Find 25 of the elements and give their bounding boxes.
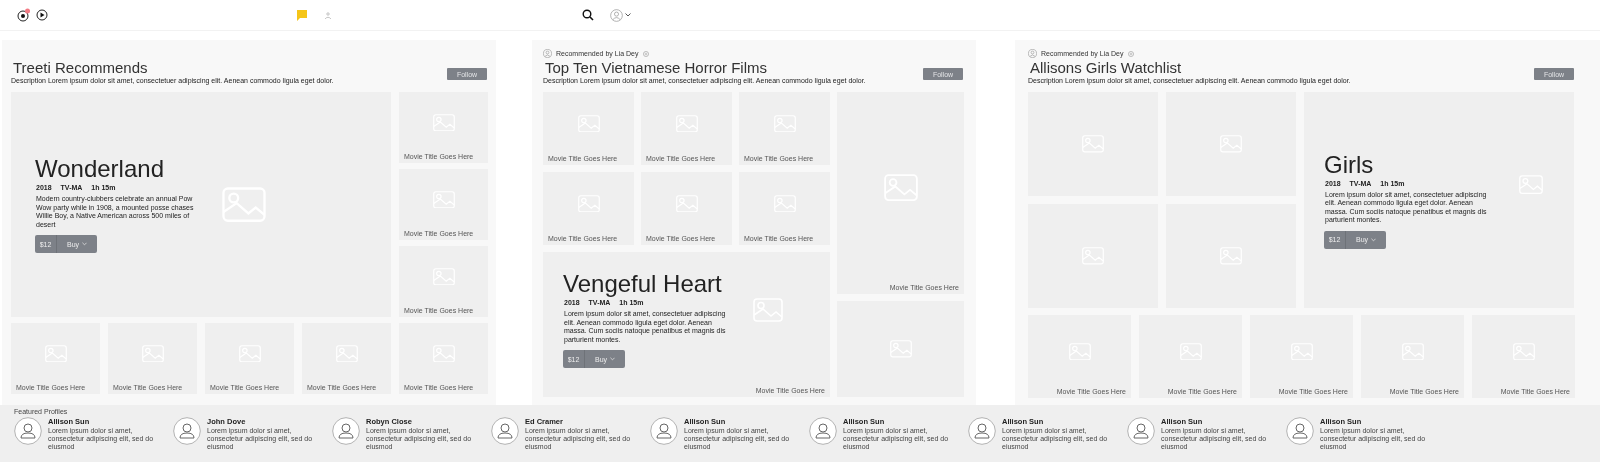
caret-icon <box>82 242 88 246</box>
caret-icon[interactable] <box>625 13 631 17</box>
avatar-icon[interactable] <box>14 417 42 445</box>
avatar-icon[interactable] <box>173 417 201 445</box>
record-icon[interactable] <box>17 8 31 22</box>
avatar-icon <box>543 49 552 58</box>
movie-title: Vengeful Heart <box>563 271 722 297</box>
playlist-title: Top Ten Vietnamese Horror Films <box>545 60 769 76</box>
avatar-icon[interactable] <box>968 417 996 445</box>
search-icon[interactable] <box>582 9 594 21</box>
playlist-title: Treeti Recommends <box>13 60 149 76</box>
avatar-icon[interactable] <box>650 417 678 445</box>
avatar-icon[interactable] <box>1286 417 1314 445</box>
featured-movie-card[interactable] <box>543 252 830 397</box>
play-icon[interactable] <box>36 9 48 21</box>
avatar-icon <box>1028 49 1037 58</box>
movie-title: Girls <box>1324 151 1374 178</box>
caret-icon <box>1371 237 1377 242</box>
movie-title: Wonderland <box>35 156 164 182</box>
avatar-icon[interactable] <box>1127 417 1155 445</box>
avatar-icon[interactable] <box>491 417 519 445</box>
playlist-title: Allisons Girls Watchlist <box>1030 60 1183 76</box>
caret-icon <box>610 357 616 361</box>
avatar-icon[interactable] <box>332 417 360 445</box>
avatar-icon[interactable] <box>809 417 837 445</box>
